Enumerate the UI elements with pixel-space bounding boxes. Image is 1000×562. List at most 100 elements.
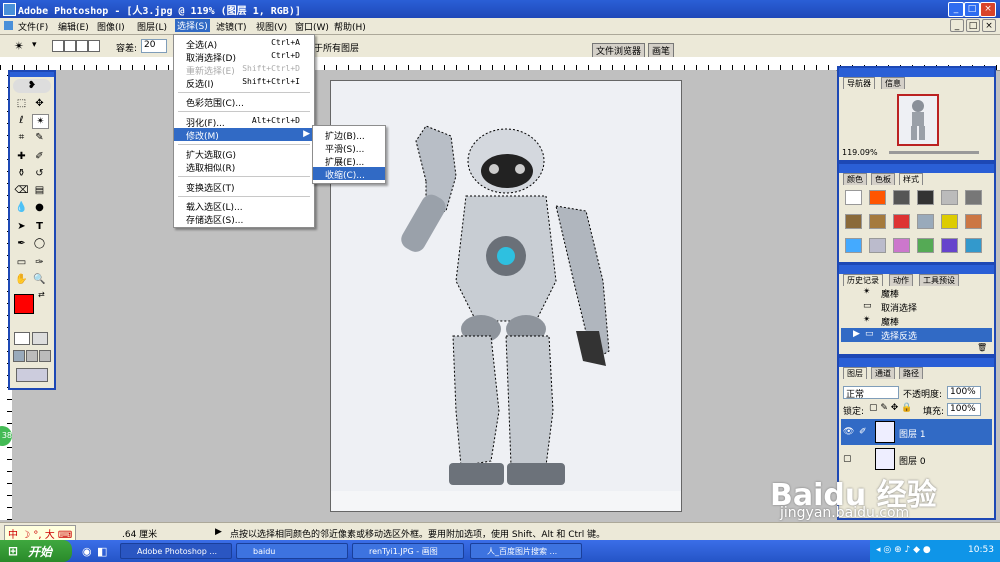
type-tool-icon[interactable]: T (32, 220, 47, 233)
style-swatch[interactable] (965, 190, 982, 205)
minimize-button[interactable]: _ (948, 2, 964, 17)
opacity-input[interactable]: 100% (947, 386, 981, 399)
history-item[interactable]: ✴ 魔棒 (841, 314, 992, 328)
adobe-online-icon[interactable]: ❥ (13, 79, 51, 93)
screen-mode-full-button[interactable] (39, 350, 51, 362)
gradient-tool-icon[interactable]: ▤ (32, 184, 47, 197)
quick-launch-desktop-icon[interactable]: ◧ (97, 545, 107, 558)
zoom-tool-icon[interactable]: 🔍 (32, 273, 47, 286)
menu-filter[interactable]: 滤镜(T) (216, 20, 247, 33)
notes-tool-icon[interactable]: ▭ (14, 256, 29, 269)
tab-channels[interactable]: 通道 (871, 367, 895, 379)
path-select-icon[interactable]: ➤ (14, 220, 29, 233)
eyedropper-icon[interactable]: ✑ (32, 256, 47, 269)
clone-stamp-icon[interactable]: ⚱ (14, 167, 29, 180)
style-swatch[interactable] (893, 238, 910, 253)
style-swatch[interactable] (965, 238, 982, 253)
tab-history[interactable]: 历史记录 (843, 274, 883, 286)
task-paint[interactable]: renTyi1.JPG - 画图 (352, 543, 464, 559)
menu-item-modify[interactable]: 修改(M) ▶ (174, 128, 314, 142)
tool-preset-chevron-icon[interactable]: ▾ (32, 40, 37, 50)
clock[interactable]: 10:53 (968, 545, 994, 555)
menu-help[interactable]: 帮助(H) (334, 20, 366, 33)
floating-circle-badge[interactable]: 38 (0, 426, 12, 446)
style-swatch[interactable] (917, 190, 934, 205)
tab-swatches[interactable]: 色板 (871, 173, 895, 185)
fill-input[interactable]: 100% (947, 403, 981, 416)
style-swatch[interactable] (941, 214, 958, 229)
swap-colors-icon[interactable]: ⇄ (38, 290, 45, 299)
history-brush-icon[interactable]: ↺ (32, 167, 47, 180)
new-selection-button[interactable] (52, 40, 64, 52)
pen-tool-icon[interactable]: ✒ (14, 237, 29, 250)
tab-navigator[interactable]: 导航器 (843, 77, 875, 89)
menu-item-save-selection[interactable]: 存储选区(S)... (174, 212, 314, 226)
style-swatch[interactable] (917, 238, 934, 253)
intersect-selection-button[interactable] (88, 40, 100, 52)
doc-close-button[interactable]: × (982, 19, 996, 32)
tab-tool-presets[interactable]: 工具预设 (919, 274, 959, 286)
quick-mask-button[interactable] (32, 332, 48, 345)
layer-row[interactable]: ▢ 图层 0 (841, 446, 992, 472)
task-baidu-folder[interactable]: baidu (236, 543, 348, 559)
magic-wand-icon[interactable]: ✴ (32, 114, 49, 129)
eraser-tool-icon[interactable]: ⌫ (14, 184, 29, 197)
menu-image[interactable]: 图像(I) (97, 20, 125, 33)
all-layers-label[interactable]: 于所有图层 (314, 41, 359, 54)
style-swatch[interactable] (893, 214, 910, 229)
quick-launch-ie-icon[interactable]: ◉ (82, 545, 92, 558)
submenu-item-contract[interactable]: 收缩(C)... (313, 167, 385, 181)
standard-mode-button[interactable] (14, 332, 30, 345)
style-swatch[interactable] (845, 190, 862, 205)
menu-window[interactable]: 窗口(W) (295, 20, 329, 33)
slice-tool-icon[interactable]: ✎ (32, 131, 47, 144)
submenu-item-expand[interactable]: 扩展(E)... (313, 154, 385, 168)
style-swatch[interactable] (917, 214, 934, 229)
style-swatch[interactable] (869, 238, 886, 253)
magic-wand-tool-icon[interactable]: ✴ (14, 39, 24, 53)
brush-tool-icon[interactable]: ✐ (32, 150, 47, 163)
task-photoshop[interactable]: Adobe Photoshop ... (120, 543, 232, 559)
trash-icon[interactable]: 🗑 (977, 343, 987, 352)
style-swatch[interactable] (941, 190, 958, 205)
history-item[interactable]: ▭ 取消选择 (841, 300, 992, 314)
submenu-item-border[interactable]: 扩边(B)... (313, 128, 385, 142)
eye-icon[interactable]: 👁 (843, 427, 854, 437)
menu-file[interactable]: 文件(F) (18, 20, 48, 33)
menu-view[interactable]: 视图(V) (256, 20, 287, 33)
style-swatch[interactable] (845, 214, 862, 229)
tab-actions[interactable]: 动作 (889, 274, 913, 286)
doc-restore-button[interactable]: □ (966, 19, 980, 32)
maximize-button[interactable]: □ (964, 2, 980, 17)
foreground-color-swatch[interactable] (14, 294, 34, 314)
submenu-item-smooth[interactable]: 平滑(S)... (313, 141, 385, 155)
file-browser-tab[interactable]: 文件浏览器 (592, 43, 646, 58)
lasso-tool-icon[interactable]: ℓ (14, 114, 29, 127)
menu-item-grow[interactable]: 扩大选取(G) (174, 147, 314, 161)
style-swatch[interactable] (941, 238, 958, 253)
zoom-percentage[interactable]: 119.09% (842, 148, 878, 157)
document-size[interactable]: .64 厘米 (122, 527, 157, 540)
add-selection-button[interactable] (64, 40, 76, 52)
style-swatch[interactable] (965, 214, 982, 229)
status-arrow-icon[interactable]: ▶ (215, 527, 222, 537)
menu-item-feather[interactable]: 羽化(F)... Alt+Ctrl+D (174, 115, 314, 129)
marquee-tool-icon[interactable]: ⬚ (14, 97, 29, 110)
zoom-slider[interactable] (889, 151, 979, 154)
tab-layers[interactable]: 图层 (843, 367, 867, 379)
tolerance-input[interactable]: 20 (141, 39, 167, 53)
subtract-selection-button[interactable] (76, 40, 88, 52)
doc-minimize-button[interactable]: _ (950, 19, 964, 32)
eye-icon[interactable]: ▢ (843, 454, 852, 464)
crop-tool-icon[interactable]: ⌗ (14, 131, 29, 144)
task-browser[interactable]: 人_百度图片搜索 ... (470, 543, 582, 559)
menu-item-similar[interactable]: 选取相似(R) (174, 160, 314, 174)
menu-layer[interactable]: 图层(L) (137, 20, 167, 33)
style-swatch[interactable] (845, 238, 862, 253)
history-item-current[interactable]: ▶ ▭ 选择反选 (841, 328, 992, 342)
tab-color[interactable]: 颜色 (843, 173, 867, 185)
tray-icons[interactable]: ◂ ◎ ⊕ ♪ ◆ ● (876, 545, 931, 555)
blur-tool-icon[interactable]: 💧 (14, 201, 29, 214)
dodge-tool-icon[interactable]: ● (32, 201, 47, 214)
menu-item-select-all[interactable]: 全选(A) Ctrl+A (174, 37, 314, 51)
